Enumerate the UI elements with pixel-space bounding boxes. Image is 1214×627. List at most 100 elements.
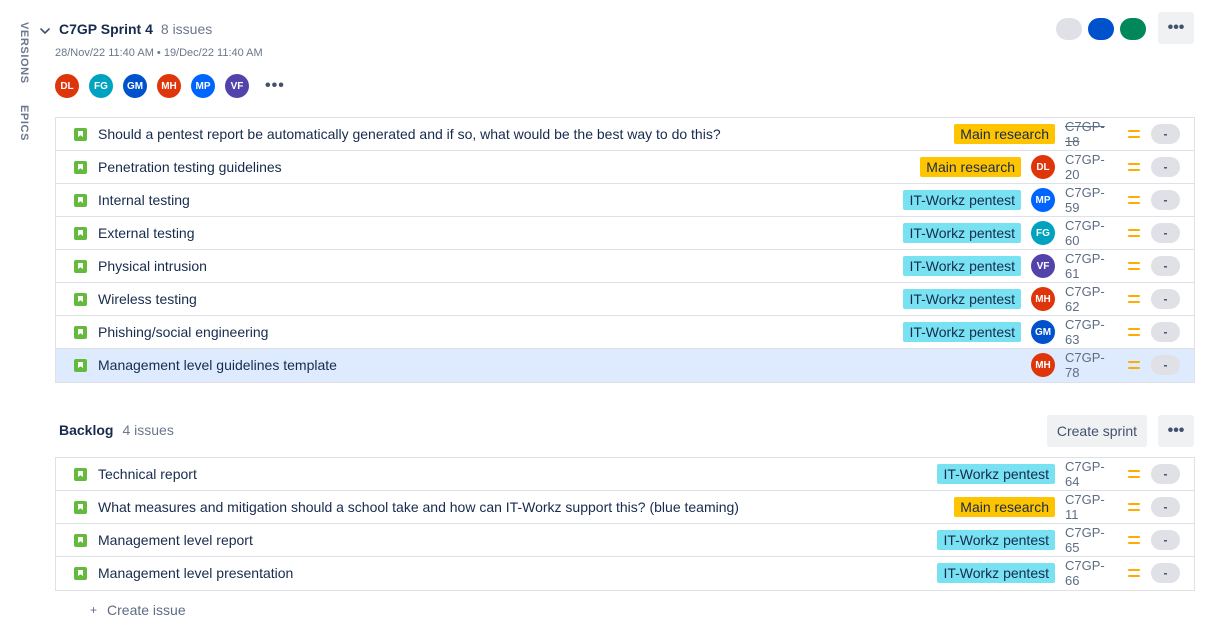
issue-key[interactable]: C7GP-78 <box>1065 350 1117 380</box>
issue-row[interactable]: Should a pentest report be automatically… <box>56 118 1194 151</box>
issue-key[interactable]: C7GP-66 <box>1065 558 1117 588</box>
estimate-badge[interactable]: - <box>1151 157 1180 177</box>
priority-medium-icon <box>1127 193 1141 207</box>
estimate-badge[interactable]: - <box>1151 322 1180 342</box>
issue-row[interactable]: Management level report IT-Workz pentest C… <box>56 524 1194 557</box>
issue-key[interactable]: C7GP-65 <box>1065 525 1117 555</box>
priority-medium-icon <box>1127 500 1141 514</box>
story-icon <box>74 227 87 240</box>
priority-medium-icon <box>1127 127 1141 141</box>
versions-tab[interactable]: VERSIONS <box>18 22 30 84</box>
issue-summary: Phishing/social engineering <box>98 324 269 340</box>
epic-label[interactable]: IT-Workz pentest <box>903 289 1021 309</box>
issue-meta: Main research C7GP-11 - <box>954 491 1180 523</box>
assignee-avatar[interactable]: DL <box>1031 155 1055 179</box>
assignee-avatar[interactable]: MP <box>1031 188 1055 212</box>
issue-key[interactable]: C7GP-59 <box>1065 185 1117 215</box>
backlog-more-button[interactable]: ••• <box>1158 415 1194 447</box>
estimate-badge[interactable]: - <box>1151 497 1180 517</box>
epic-label[interactable]: IT-Workz pentest <box>903 223 1021 243</box>
issue-summary: What measures and mitigation should a sc… <box>98 499 739 515</box>
issue-meta: IT-Workz pentest C7GP-65 - <box>937 524 1180 556</box>
assignee-avatar[interactable]: MH <box>1031 287 1055 311</box>
epic-label[interactable]: IT-Workz pentest <box>903 190 1021 210</box>
issue-meta: IT-Workz pentest MH C7GP-62 - <box>903 283 1180 315</box>
epic-label[interactable]: IT-Workz pentest <box>903 256 1021 276</box>
issue-row[interactable]: Phishing/social engineering IT-Workz pent… <box>56 316 1194 349</box>
avatar[interactable]: DL <box>55 74 79 98</box>
issue-row[interactable]: Physical intrusion IT-Workz pentest VF C7GP… <box>56 250 1194 283</box>
issue-meta: Main research DL C7GP-20 - <box>920 151 1180 183</box>
issue-row[interactable]: Management level guidelines template MH C7… <box>56 349 1194 382</box>
estimate-badge[interactable]: - <box>1151 355 1180 375</box>
issue-row[interactable]: Wireless testing IT-Workz pentest MH C7GP-6… <box>56 283 1194 316</box>
avatar[interactable]: FG <box>89 74 113 98</box>
estimate-badge[interactable]: - <box>1151 256 1180 276</box>
epic-label[interactable]: IT-Workz pentest <box>937 563 1055 583</box>
story-icon <box>74 161 87 174</box>
issue-summary: Management level presentation <box>98 565 294 581</box>
priority-medium-icon <box>1127 160 1141 174</box>
estimate-badge[interactable]: - <box>1151 124 1180 144</box>
estimate-badge[interactable]: - <box>1151 563 1180 583</box>
assignee-avatar[interactable]: VF <box>1031 254 1055 278</box>
issue-key[interactable]: C7GP-18 <box>1065 119 1117 149</box>
epic-label[interactable]: Main research <box>954 497 1055 517</box>
estimate-badge[interactable]: - <box>1151 530 1180 550</box>
plus-icon: + <box>90 603 98 617</box>
priority-medium-icon <box>1127 358 1141 372</box>
avatar[interactable]: MH <box>157 74 181 98</box>
issue-key[interactable]: C7GP-11 <box>1065 492 1117 522</box>
story-icon <box>74 194 87 207</box>
story-icon <box>74 468 87 481</box>
story-icon <box>74 501 87 514</box>
estimate-badge[interactable]: - <box>1151 223 1180 243</box>
issue-row[interactable]: Penetration testing guidelines Main resea… <box>56 151 1194 184</box>
chevron-down-icon[interactable] <box>38 24 52 38</box>
issue-summary: Should a pentest report be automatically… <box>98 126 721 142</box>
issue-key[interactable]: C7GP-60 <box>1065 218 1117 248</box>
assignee-avatar[interactable]: MH <box>1031 353 1055 377</box>
create-sprint-button[interactable]: Create sprint <box>1046 415 1147 447</box>
issue-key[interactable]: C7GP-64 <box>1065 459 1117 489</box>
issue-row[interactable]: Internal testing IT-Workz pentest MP C7GP-5… <box>56 184 1194 217</box>
sprint-more-button[interactable]: ••• <box>1158 12 1194 44</box>
priority-medium-icon <box>1127 325 1141 339</box>
assignee-avatar[interactable]: GM <box>1031 320 1055 344</box>
avatar[interactable]: MP <box>191 74 215 98</box>
epic-label[interactable]: IT-Workz pentest <box>903 322 1021 342</box>
sprint-header: C7GP Sprint 4 8 issues 28/Nov/22 11:40 A… <box>38 12 1194 108</box>
issue-meta: IT-Workz pentest GM C7GP-63 - <box>903 316 1180 348</box>
issue-summary: Wireless testing <box>98 291 197 307</box>
issue-row[interactable]: Management level presentation IT-Workz pe… <box>56 557 1194 590</box>
story-icon <box>74 359 87 372</box>
epic-label[interactable]: IT-Workz pentest <box>937 464 1055 484</box>
issue-meta: IT-Workz pentest C7GP-66 - <box>937 557 1180 589</box>
issue-key[interactable]: C7GP-62 <box>1065 284 1117 314</box>
issue-key[interactable]: C7GP-20 <box>1065 152 1117 182</box>
issue-meta: IT-Workz pentest FG C7GP-60 - <box>903 217 1180 249</box>
avatar[interactable]: VF <box>225 74 249 98</box>
sprint-issue-list: Should a pentest report be automatically… <box>55 117 1195 383</box>
priority-medium-icon <box>1127 259 1141 273</box>
sprint-issue-count: 8 issues <box>160 21 213 37</box>
epics-tab[interactable]: EPICS <box>18 105 30 141</box>
issue-key[interactable]: C7GP-63 <box>1065 317 1117 347</box>
priority-medium-icon <box>1127 533 1141 547</box>
epic-label[interactable]: Main research <box>920 157 1021 177</box>
assignee-avatar[interactable]: FG <box>1031 221 1055 245</box>
issue-row[interactable]: External testing IT-Workz pentest FG C7GP-6… <box>56 217 1194 250</box>
estimate-badge[interactable]: - <box>1151 464 1180 484</box>
estimate-badge[interactable]: - <box>1151 190 1180 210</box>
issue-row[interactable]: What measures and mitigation should a sc… <box>56 491 1194 524</box>
priority-medium-icon <box>1127 467 1141 481</box>
estimate-badge[interactable]: - <box>1151 289 1180 309</box>
epic-label[interactable]: Main research <box>954 124 1055 144</box>
issue-key[interactable]: C7GP-61 <box>1065 251 1117 281</box>
more-avatars-button[interactable]: ••• <box>265 78 285 94</box>
issue-summary: Physical intrusion <box>98 258 207 274</box>
issue-row[interactable]: Technical report IT-Workz pentest C7GP-64 - <box>56 458 1194 491</box>
epic-label[interactable]: IT-Workz pentest <box>937 530 1055 550</box>
create-issue-button[interactable]: + Create issue <box>90 602 186 618</box>
avatar[interactable]: GM <box>123 74 147 98</box>
